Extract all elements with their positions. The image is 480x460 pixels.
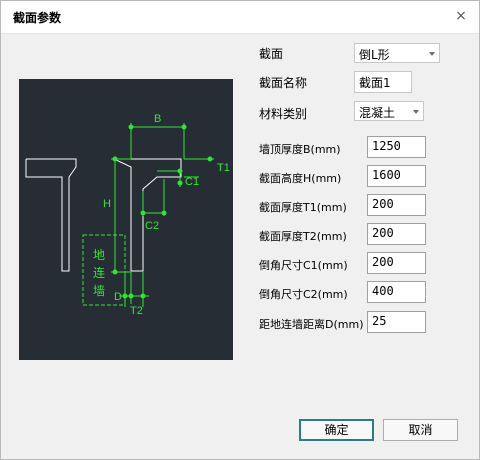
- field-input-t2[interactable]: 200: [367, 223, 426, 245]
- section-diagram: B H T1 C1 C2 地 连 墙 D T2: [25, 113, 230, 317]
- section-type-combo[interactable]: 倒L形: [354, 43, 440, 63]
- right-section-outline: [113, 158, 182, 272]
- field-input-d[interactable]: 25: [367, 311, 426, 333]
- material-combo[interactable]: 混凝土: [354, 101, 424, 121]
- field-label-t1: 截面厚度T1(mm): [259, 201, 347, 214]
- label-d: D: [114, 291, 122, 303]
- dimension-d-t2: [119, 271, 149, 307]
- section-params-dialog: 截面参数 × B H T1 C1 C2 地 连 墙 D T2 截面 倒L形 截面…: [0, 0, 480, 460]
- field-input-h[interactable]: 1600: [367, 165, 426, 187]
- chevron-down-icon: [429, 52, 435, 56]
- ok-button[interactable]: 确定: [299, 419, 374, 441]
- chevron-down-icon: [413, 110, 419, 114]
- dimension-c1: [157, 168, 183, 187]
- label-c2: C2: [145, 220, 159, 232]
- field-input-t1[interactable]: 200: [367, 194, 426, 216]
- field-label-h: 截面高度H(mm): [259, 172, 342, 185]
- dimension-b: [128, 123, 187, 159]
- dimension-c2: [140, 179, 167, 216]
- section-preview: B H T1 C1 C2 地 连 墙 D T2: [19, 79, 233, 360]
- label-h: H: [103, 198, 111, 210]
- label-t2: T2: [130, 305, 143, 317]
- section-label: 截面: [259, 47, 284, 61]
- wall-char-1: 地: [93, 248, 105, 262]
- material-label: 材料类别: [259, 107, 308, 121]
- field-label-d: 距地连墙距离D(mm): [259, 318, 364, 331]
- field-input-c2[interactable]: 400: [367, 281, 426, 303]
- close-icon[interactable]: ×: [451, 6, 471, 26]
- label-c1: C1: [185, 176, 199, 188]
- field-label-t2: 截面厚度T2(mm): [259, 230, 347, 243]
- left-section-outline: [25, 158, 77, 272]
- field-label-c1: 倒角尺寸C1(mm): [259, 259, 348, 272]
- label-t1: T1: [217, 162, 230, 174]
- section-name-label: 截面名称: [259, 76, 308, 90]
- dialog-title: 截面参数: [13, 11, 62, 25]
- title-bar: 截面参数 ×: [1, 1, 479, 34]
- wall-char-3: 墙: [93, 284, 105, 298]
- section-type-value: 倒L形: [359, 48, 390, 62]
- material-value: 混凝土: [359, 106, 396, 120]
- cancel-button[interactable]: 取消: [383, 419, 458, 441]
- field-label-b: 墙顶厚度B(mm): [259, 143, 341, 156]
- dimension-h: [111, 156, 131, 275]
- field-input-b[interactable]: 1250: [367, 136, 426, 158]
- dimension-t1: [184, 156, 214, 178]
- section-name-input[interactable]: 截面1: [354, 71, 412, 93]
- field-label-c2: 倒角尺寸C2(mm): [259, 288, 348, 301]
- label-b: B: [154, 113, 161, 125]
- wall-char-2: 连: [93, 265, 105, 280]
- field-input-c1[interactable]: 200: [367, 252, 426, 274]
